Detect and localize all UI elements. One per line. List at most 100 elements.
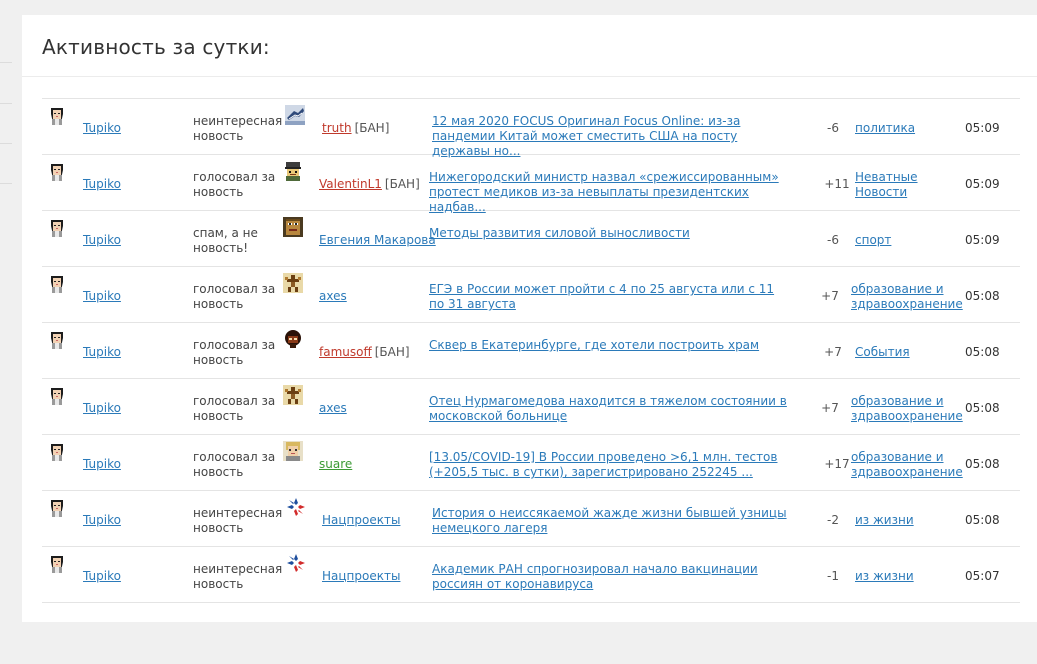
- author-link[interactable]: truth: [322, 121, 352, 135]
- author-link[interactable]: axes: [319, 289, 347, 303]
- timestamp: 05:08: [965, 457, 1000, 471]
- table-row: Tupiko голосовал за новость axes Отец Ну…: [42, 379, 1020, 435]
- author-link[interactable]: axes: [319, 401, 347, 415]
- pixel-soldier-avatar-icon[interactable]: [283, 161, 303, 181]
- author-cell: famusoff [БАН]: [319, 345, 410, 359]
- ban-badge: [БАН]: [384, 177, 420, 191]
- news-link[interactable]: Методы развития силовой выносливости: [429, 226, 789, 241]
- news-link[interactable]: Отец Нурмагомедова находится в тяжелом с…: [429, 394, 789, 424]
- timestamp: 05:08: [965, 513, 1000, 527]
- actor-link[interactable]: Tupiko: [83, 289, 121, 303]
- activity-list: Tupiko неинтересная новость truth [БАН] 1…: [42, 98, 1020, 603]
- author-cell: truth [БАН]: [322, 121, 389, 135]
- news-link[interactable]: Сквер в Екатеринбурге, где хотели постро…: [429, 338, 789, 353]
- timestamp: 05:08: [965, 401, 1000, 415]
- actor-link[interactable]: Tupiko: [83, 233, 121, 247]
- action-text: неинтересная новость: [193, 114, 283, 143]
- news-score: +7: [821, 401, 839, 415]
- news-link[interactable]: [13.05/COVID-19] В России проведено >6,1…: [429, 450, 789, 480]
- category-link[interactable]: из жизни: [855, 513, 965, 528]
- author-cell: ValentinL1 [БАН]: [319, 177, 420, 191]
- author-cell: Нацпроекты: [322, 513, 400, 527]
- news-score: +11: [824, 177, 850, 191]
- pixel-dark-avatar-icon[interactable]: [283, 329, 303, 349]
- author-link[interactable]: suare: [319, 457, 352, 471]
- actor-link[interactable]: Tupiko: [83, 457, 121, 471]
- author-link[interactable]: Нацпроекты: [322, 513, 400, 527]
- author-cell: suare: [319, 457, 352, 471]
- category-link[interactable]: образование и здравоохранение: [851, 282, 963, 312]
- action-text: голосовал за новость: [193, 338, 276, 367]
- actor-avatar-icon[interactable]: [47, 553, 67, 573]
- actor-avatar-icon[interactable]: [47, 441, 67, 461]
- table-row: Tupiko голосовал за новость suare [13.05…: [42, 435, 1020, 491]
- news-score: +17: [824, 457, 850, 471]
- category-link[interactable]: образование и здравоохранение: [851, 450, 963, 480]
- actor-avatar-icon[interactable]: [47, 273, 67, 293]
- left-sidebar-edge: [0, 0, 12, 664]
- actor-link[interactable]: Tupiko: [83, 401, 121, 415]
- hand-picture-avatar-icon[interactable]: [285, 105, 305, 125]
- table-row: Tupiko голосовал за новость famusoff [БАН…: [42, 323, 1020, 379]
- natsproekty-logo-icon[interactable]: [286, 497, 306, 517]
- timestamp: 05:07: [965, 569, 1000, 583]
- table-row: Tupiko неинтересная новость Нацпроекты И…: [42, 491, 1020, 547]
- table-row: Tupiko голосовал за новость ValentinL1 [Б…: [42, 155, 1020, 214]
- news-link[interactable]: История о неиссякаемой жажде жизни бывше…: [432, 506, 792, 536]
- action-text: голосовал за новость: [193, 450, 276, 479]
- page-title: Активность за сутки:: [42, 35, 270, 59]
- news-score: +7: [821, 289, 839, 303]
- natsproekty-logo-icon[interactable]: [286, 553, 306, 573]
- actor-avatar-icon[interactable]: [47, 105, 67, 125]
- actor-link[interactable]: Tupiko: [83, 569, 121, 583]
- news-score: -6: [827, 233, 839, 247]
- news-score: -2: [827, 513, 839, 527]
- category-link[interactable]: политика: [855, 121, 965, 136]
- table-row: Tupiko неинтересная новость Нацпроекты А…: [42, 547, 1020, 603]
- table-row: Tupiko голосовал за новость axes ЕГЭ в Р…: [42, 267, 1020, 323]
- pixel-figure-avatar-icon[interactable]: [283, 385, 303, 405]
- author-link[interactable]: Нацпроекты: [322, 569, 400, 583]
- news-link[interactable]: 12 мая 2020 FOCUS Оригинал Focus Online:…: [432, 114, 792, 159]
- author-cell: Нацпроекты: [322, 569, 400, 583]
- actor-avatar-icon[interactable]: [47, 385, 67, 405]
- pixel-figure-avatar-icon[interactable]: [283, 273, 303, 293]
- actor-link[interactable]: Tupiko: [83, 513, 121, 527]
- actor-avatar-icon[interactable]: [47, 161, 67, 181]
- table-row: Tupiko спам, а не новость! Евгения Макар…: [42, 211, 1020, 267]
- table-row: Tupiko неинтересная новость truth [БАН] 1…: [42, 99, 1020, 158]
- actor-avatar-icon[interactable]: [47, 497, 67, 517]
- news-score: -1: [827, 569, 839, 583]
- author-link[interactable]: famusoff: [319, 345, 372, 359]
- pixel-face-avatar-icon[interactable]: [283, 217, 303, 237]
- author-cell: axes: [319, 401, 347, 415]
- actor-link[interactable]: Tupiko: [83, 121, 121, 135]
- activity-panel: Активность за сутки: Tupiko неинтересная…: [22, 15, 1037, 622]
- timestamp: 05:09: [965, 121, 1000, 135]
- news-link[interactable]: ЕГЭ в России может пройти с 4 по 25 авгу…: [429, 282, 789, 312]
- author-cell: axes: [319, 289, 347, 303]
- panel-header: Активность за сутки:: [22, 15, 1037, 77]
- news-link[interactable]: Академик РАН спрогнозировал начало вакци…: [432, 562, 792, 592]
- author-cell: Евгения Макарова: [319, 233, 436, 247]
- news-link[interactable]: Нижегородский министр назвал «срежиссиро…: [429, 170, 789, 215]
- category-link[interactable]: Неватные Новости: [855, 170, 965, 200]
- author-link[interactable]: Евгения Макарова: [319, 233, 436, 247]
- news-score: -6: [827, 121, 839, 135]
- actor-link[interactable]: Tupiko: [83, 345, 121, 359]
- actor-avatar-icon[interactable]: [47, 217, 67, 237]
- actor-link[interactable]: Tupiko: [83, 177, 121, 191]
- timestamp: 05:09: [965, 233, 1000, 247]
- action-text: голосовал за новость: [193, 170, 276, 199]
- pixel-blonde-avatar-icon[interactable]: [283, 441, 303, 461]
- action-text: голосовал за новость: [193, 394, 276, 423]
- actor-avatar-icon[interactable]: [47, 329, 67, 349]
- ban-badge: [БАН]: [374, 345, 410, 359]
- timestamp: 05:09: [965, 177, 1000, 191]
- category-link[interactable]: образование и здравоохранение: [851, 394, 963, 424]
- author-link[interactable]: ValentinL1: [319, 177, 382, 191]
- category-link[interactable]: спорт: [855, 233, 965, 248]
- category-link[interactable]: из жизни: [855, 569, 965, 584]
- category-link[interactable]: События: [855, 345, 965, 360]
- timestamp: 05:08: [965, 345, 1000, 359]
